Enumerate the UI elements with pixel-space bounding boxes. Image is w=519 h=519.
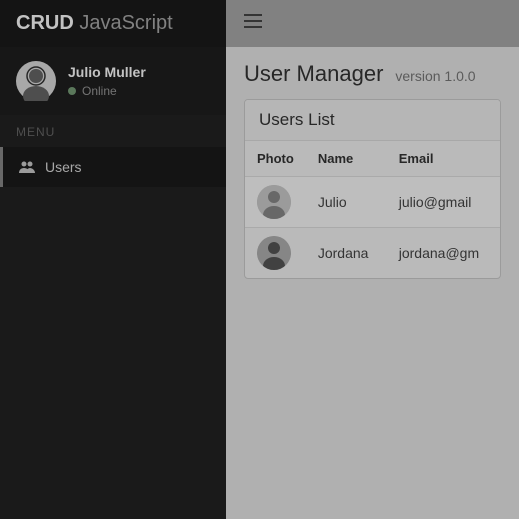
- page-title: User Manager: [244, 61, 383, 87]
- table-row[interactable]: Julio julio@gmail: [245, 177, 500, 228]
- table-header-photo: Photo: [245, 141, 306, 177]
- brand: CRUD JavaScript: [0, 0, 226, 47]
- users-panel: Users List Photo Name Email: [244, 99, 501, 279]
- sidebar-item-users[interactable]: Users: [0, 147, 226, 187]
- users-table: Photo Name Email Julio julio@gmail: [245, 141, 500, 278]
- cell-email: julio@gmail: [387, 177, 500, 228]
- avatar: [16, 61, 56, 101]
- user-info: Julio Muller Online: [68, 64, 146, 98]
- user-status: Online: [68, 84, 146, 98]
- status-dot-icon: [68, 87, 76, 95]
- brand-light: JavaScript: [79, 12, 172, 34]
- user-status-text: Online: [82, 84, 117, 98]
- sidebar: CRUD JavaScript Julio Muller Online MENU…: [0, 0, 226, 519]
- avatar: [257, 185, 291, 219]
- table-header-email: Email: [387, 141, 500, 177]
- user-panel: Julio Muller Online: [0, 47, 226, 115]
- menu-header: MENU: [0, 115, 226, 147]
- main: User Manager version 1.0.0 Users List Ph…: [226, 0, 519, 519]
- page-version: version 1.0.0: [395, 68, 475, 84]
- hamburger-icon[interactable]: [244, 14, 262, 28]
- topbar: [226, 0, 519, 47]
- brand-bold: CRUD: [16, 12, 74, 34]
- avatar: [257, 236, 291, 270]
- table-header-name: Name: [306, 141, 387, 177]
- users-icon: [19, 159, 35, 175]
- cell-email: jordana@gm: [387, 228, 500, 279]
- panel-title: Users List: [245, 100, 500, 141]
- page-header: User Manager version 1.0.0: [226, 47, 519, 99]
- sidebar-item-label: Users: [45, 159, 82, 175]
- user-name: Julio Muller: [68, 64, 146, 80]
- table-row[interactable]: Jordana jordana@gm: [245, 228, 500, 279]
- cell-name: Jordana: [306, 228, 387, 279]
- cell-name: Julio: [306, 177, 387, 228]
